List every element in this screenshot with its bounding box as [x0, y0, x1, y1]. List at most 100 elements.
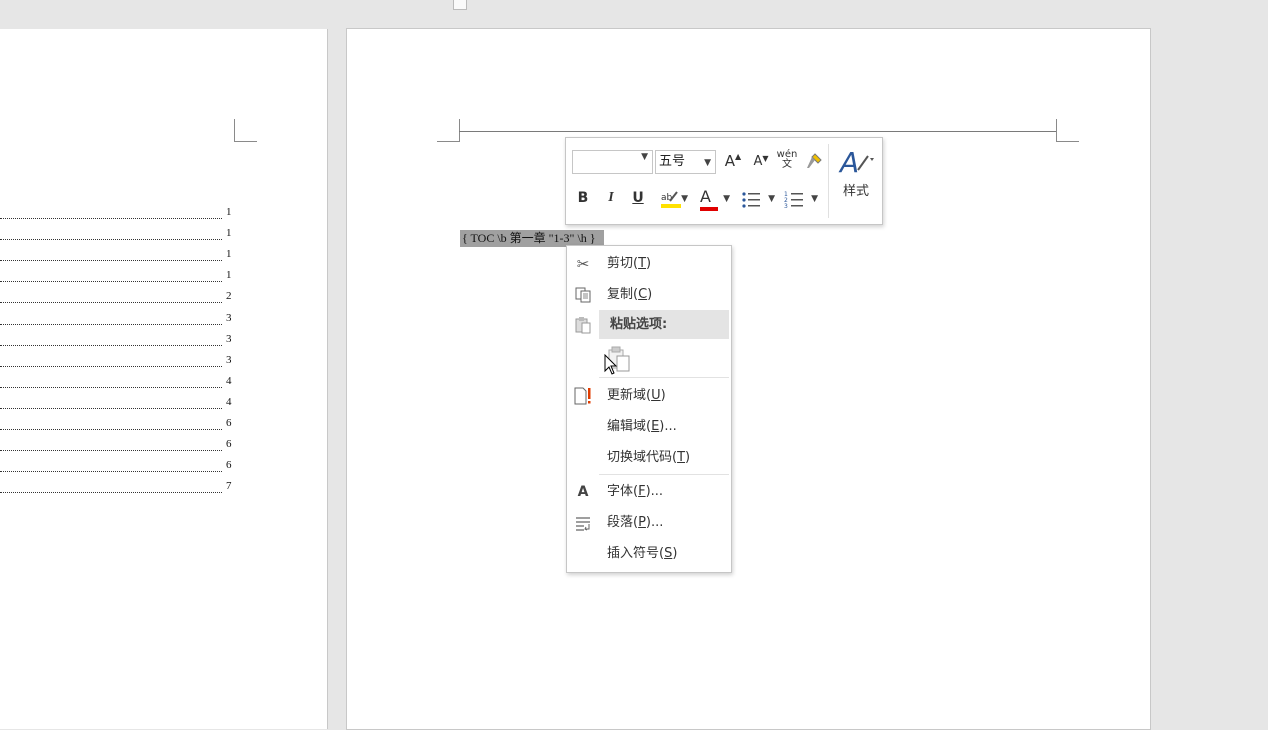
toc-page-number: 7 — [226, 480, 232, 492]
toc-entry-leader — [0, 334, 222, 346]
chevron-down-icon[interactable]: ▼ — [723, 194, 730, 204]
header-corner-left — [437, 119, 460, 142]
mini-toolbar: ▼ 五号 ▼ A▲ A▼ wén 文 A 样式 B I U ab ▼ A ▼ ▼… — [565, 137, 883, 225]
menu-item-label: 编辑域(E)... — [607, 419, 677, 434]
toolbar-divider — [828, 144, 829, 218]
italic-button[interactable]: I — [602, 190, 620, 206]
menu-item-edit-field[interactable]: 编辑域(E)... — [567, 414, 731, 440]
svg-text:A: A — [838, 146, 859, 178]
menu-item-copy[interactable]: 复制(C) — [567, 282, 731, 308]
styles-button[interactable]: A 样式 — [834, 144, 878, 216]
toc-page-number: 3 — [226, 312, 232, 324]
menu-item-label: 段落(P)... — [607, 515, 664, 530]
copy-icon — [573, 286, 593, 304]
menu-item-label: 插入符号(S) — [607, 546, 678, 561]
toc-entry-leader — [0, 270, 222, 282]
toc-page-number: 1 — [226, 248, 232, 260]
toc-entry-leader — [0, 355, 222, 367]
menu-item-label: 切换域代码(T) — [607, 450, 691, 465]
font-size-value: 五号 — [659, 154, 686, 169]
toc-entry-leader — [0, 439, 222, 451]
grow-font-button[interactable]: A▲ — [723, 152, 743, 174]
menu-item-insert-symbol[interactable]: 插入符号(S) — [567, 541, 731, 567]
toc-page-number: 4 — [226, 375, 232, 387]
menu-separator — [599, 474, 729, 475]
header-border-line — [459, 131, 1056, 132]
paste-keep-text-only-button[interactable] — [603, 344, 635, 375]
toc-page-number: 3 — [226, 333, 232, 345]
bullets-button[interactable]: ▼ — [741, 190, 777, 212]
format-painter-button[interactable] — [804, 152, 824, 172]
styles-label: 样式 — [842, 184, 869, 199]
menu-item-toggle-field-codes[interactable]: 切换域代码(T) — [567, 445, 731, 471]
underline-button[interactable]: U — [629, 190, 647, 206]
toc-page-number: 1 — [226, 206, 232, 218]
toc-entry-leader — [0, 418, 222, 430]
paragraph-icon — [573, 514, 593, 532]
paste-options-label: 粘贴选项: — [610, 317, 668, 332]
mouse-cursor-icon — [604, 354, 618, 375]
toc-page-number: 1 — [226, 269, 232, 281]
chevron-down-icon[interactable]: ▼ — [768, 194, 775, 204]
menu-separator — [599, 377, 729, 378]
highlight-button[interactable]: ab ▼ — [656, 188, 688, 212]
toc-entry-leader — [0, 460, 222, 472]
grow-font-icon: A — [724, 152, 736, 170]
toc-page-number: 3 — [226, 354, 232, 366]
ruler-marker — [453, 0, 467, 10]
shrink-font-button[interactable]: A▼ — [751, 154, 771, 176]
toc-page-number: 2 — [226, 290, 232, 302]
toc-entry-leader — [0, 376, 222, 388]
top-toolbar-strip — [0, 0, 1268, 16]
toc-entry-leader — [0, 228, 222, 240]
paste-icon — [573, 316, 593, 334]
chevron-down-icon[interactable]: ▼ — [811, 194, 818, 204]
toc-entry-leader — [0, 207, 222, 219]
menu-item-label: 更新域(U) — [607, 388, 666, 403]
bold-icon: B — [577, 190, 589, 206]
numbering-icon: 1 2 3 — [784, 191, 803, 210]
toc-page-number: 6 — [226, 417, 232, 429]
bullets-icon — [742, 192, 760, 208]
toc-page-number: 6 — [226, 459, 232, 471]
bold-button[interactable]: B — [574, 190, 592, 206]
menu-item-label: 复制(C) — [607, 287, 653, 302]
font-color-button[interactable]: A ▼ — [698, 188, 730, 212]
styles-icon: A — [838, 146, 874, 178]
toc-entry-leader — [0, 481, 222, 493]
phonetic-guide-icon: wén 文 — [776, 149, 798, 170]
format-painter-icon — [807, 153, 822, 168]
menu-item-cut[interactable]: ✂ 剪切(T) — [567, 251, 731, 277]
toc-entry-leader — [0, 313, 222, 325]
update-field-icon — [573, 387, 593, 405]
page-corner-mark — [234, 119, 257, 142]
font-size-combo[interactable]: 五号 ▼ — [655, 150, 716, 174]
font-color-swatch — [700, 207, 718, 211]
toc-page-number: 1 — [226, 227, 232, 239]
toc-entry-leader — [0, 397, 222, 409]
toc-page-number: 4 — [226, 396, 232, 408]
header-corner-right — [1056, 119, 1079, 142]
underline-icon: U — [632, 190, 644, 206]
toc-page-number: 6 — [226, 438, 232, 450]
menu-item-font[interactable]: A 字体(F)... — [567, 479, 731, 505]
italic-icon: I — [608, 190, 614, 205]
context-menu: ✂ 剪切(T) 复制(C) 粘贴选项: 更新域(U) 编辑域(E)... 切换域… — [566, 245, 732, 573]
phonetic-guide-button[interactable]: wén 文 — [776, 150, 798, 174]
highlighter-icon: ab — [661, 191, 681, 208]
font-icon: A — [577, 484, 589, 500]
scissors-icon: ✂ — [576, 255, 590, 273]
svg-text:3: 3 — [784, 203, 788, 210]
menu-item-label: 字体(F)... — [607, 484, 664, 499]
chevron-down-icon[interactable]: ▼ — [681, 194, 688, 204]
numbering-button[interactable]: 1 2 3 ▼ — [784, 190, 820, 212]
font-name-combo[interactable]: ▼ — [572, 150, 653, 174]
document-page-left: 1 1 1 1 2 3 3 3 4 4 6 6 6 7 — [0, 29, 328, 729]
chevron-down-icon[interactable]: ▼ — [704, 152, 711, 174]
document-page-right — [346, 28, 1151, 730]
menu-item-paragraph[interactable]: 段落(P)... — [567, 510, 731, 536]
menu-item-update-field[interactable]: 更新域(U) — [567, 383, 731, 409]
paste-options-label-row: 粘贴选项: — [567, 312, 731, 338]
menu-item-label: 剪切(T) — [607, 256, 652, 271]
chevron-down-icon[interactable]: ▼ — [641, 152, 648, 162]
